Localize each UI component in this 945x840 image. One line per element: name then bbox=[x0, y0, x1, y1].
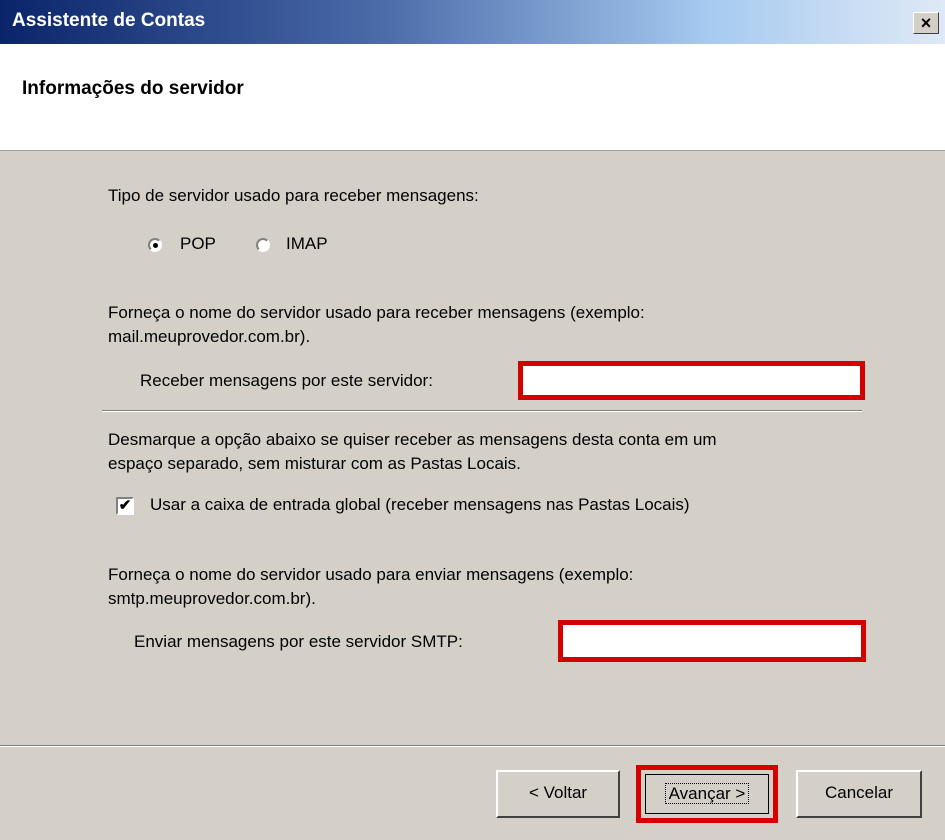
back-button[interactable]: < Voltar bbox=[496, 770, 620, 818]
imap-radio[interactable] bbox=[256, 238, 270, 252]
incoming-server-input[interactable] bbox=[518, 361, 865, 400]
window-title: Assistente de Contas bbox=[12, 10, 206, 31]
global-inbox-note-line1: Desmarque a opção abaixo se quiser receb… bbox=[108, 430, 717, 449]
next-button-label: Avançar > bbox=[664, 783, 750, 804]
incoming-server-label: Receber mensagens por este servidor: bbox=[140, 371, 433, 390]
footer-divider bbox=[0, 745, 945, 747]
outgoing-smtp-input[interactable] bbox=[558, 620, 866, 662]
outgoing-server-label: Enviar mensagens por este servidor SMTP: bbox=[134, 632, 463, 651]
incoming-instructions-line1: Forneça o nome do servidor usado para re… bbox=[108, 303, 645, 322]
global-inbox-checkbox[interactable]: ✔ bbox=[116, 497, 134, 515]
title-bar: Assistente de Contas × bbox=[0, 0, 945, 44]
checkmark-icon: ✔ bbox=[118, 497, 132, 514]
incoming-instructions-line2: mail.meuprovedor.com.br). bbox=[108, 327, 311, 346]
next-button-highlight: Avançar > bbox=[636, 765, 778, 823]
pop-radio[interactable] bbox=[148, 238, 162, 252]
outgoing-instructions-line1: Forneça o nome do servidor usado para en… bbox=[108, 565, 634, 584]
pop-radio-label[interactable]: POP bbox=[180, 234, 216, 254]
next-button[interactable]: Avançar > bbox=[645, 774, 769, 814]
outgoing-instructions-line2: smtp.meuprovedor.com.br). bbox=[108, 589, 316, 608]
global-inbox-checkbox-label[interactable]: Usar a caixa de entrada global (receber … bbox=[150, 495, 690, 515]
cancel-button[interactable]: Cancelar bbox=[796, 770, 922, 818]
page-title: Informações do servidor bbox=[22, 78, 244, 99]
section-divider bbox=[102, 410, 862, 412]
imap-radio-label[interactable]: IMAP bbox=[286, 234, 328, 254]
global-inbox-note-line2: espaço separado, sem misturar com as Pas… bbox=[108, 454, 521, 473]
server-type-prompt: Tipo de servidor usado para receber mens… bbox=[108, 186, 479, 205]
close-button[interactable]: × bbox=[913, 12, 939, 34]
wizard-header: Informações do servidor bbox=[0, 44, 945, 151]
